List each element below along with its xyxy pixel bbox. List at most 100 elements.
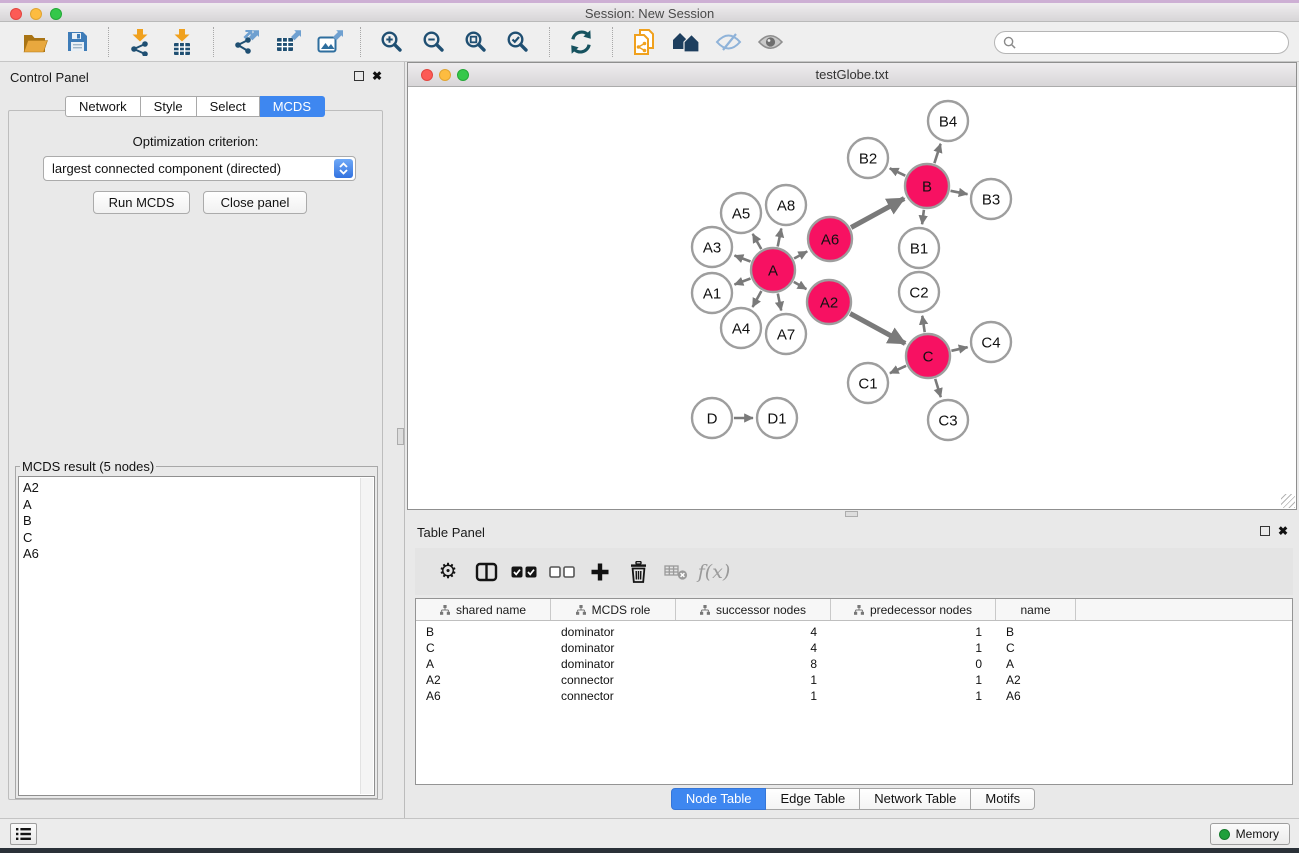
- graph-node-A7[interactable]: A7: [766, 314, 806, 354]
- checked-boxes-icon[interactable]: [506, 555, 542, 589]
- graph-edge-B-B4[interactable]: [934, 144, 940, 163]
- import-network-icon[interactable]: [122, 25, 158, 59]
- folder-open-icon[interactable]: [17, 25, 53, 59]
- graph-node-A6[interactable]: A6: [808, 217, 852, 261]
- graph-node-A3[interactable]: A3: [692, 227, 732, 267]
- column-header-mcds-role[interactable]: MCDS role: [551, 599, 676, 620]
- graph-node-B[interactable]: B: [905, 164, 949, 208]
- graph-edge-C-C4[interactable]: [951, 347, 967, 351]
- zoom-out-icon[interactable]: [416, 25, 452, 59]
- tab-edge-table[interactable]: Edge Table: [766, 788, 860, 810]
- table-row[interactable]: Cdominator41C: [416, 640, 1292, 656]
- search-field[interactable]: [994, 31, 1289, 54]
- graph-node-C1[interactable]: C1: [848, 363, 888, 403]
- export-table-icon[interactable]: [269, 25, 305, 59]
- column-header-successor-nodes[interactable]: successor nodes: [676, 599, 831, 620]
- save-icon[interactable]: [59, 25, 95, 59]
- tab-node-table[interactable]: Node Table: [671, 788, 767, 810]
- graph-node-B4[interactable]: B4: [928, 101, 968, 141]
- plus-icon[interactable]: [582, 555, 618, 589]
- graph-edge-C-C3[interactable]: [935, 379, 941, 397]
- eye-slash-icon[interactable]: [710, 25, 746, 59]
- memory-button[interactable]: Memory: [1210, 823, 1290, 845]
- table-row[interactable]: Bdominator41B: [416, 624, 1292, 640]
- graph-node-C2[interactable]: C2: [899, 272, 939, 312]
- mcds-result-list[interactable]: A2ABCA6: [18, 476, 375, 796]
- vertical-splitter-grip[interactable]: [397, 428, 404, 445]
- column-header-shared-name[interactable]: shared name: [416, 599, 551, 620]
- gear-icon[interactable]: ⚙: [430, 555, 466, 589]
- zoom-selected-icon[interactable]: [500, 25, 536, 59]
- zoom-in-icon[interactable]: [374, 25, 410, 59]
- tab-motifs[interactable]: Motifs: [971, 788, 1035, 810]
- graph-node-A2[interactable]: A2: [807, 280, 851, 324]
- graph-edge-A-A7[interactable]: [778, 294, 781, 311]
- graph-edge-C-C2[interactable]: [922, 316, 924, 332]
- mcds-result-item[interactable]: A2: [23, 480, 374, 497]
- graph-node-B1[interactable]: B1: [899, 228, 939, 268]
- graph-edge-A2-C[interactable]: [850, 314, 905, 344]
- float-panel-icon[interactable]: [354, 71, 364, 81]
- trash-icon[interactable]: [620, 555, 656, 589]
- table-row[interactable]: A2connector11A2: [416, 672, 1292, 688]
- network-canvas[interactable]: B4B2BB3A5A8A6B1A3AA1C2A2A4A7C4CC1C3DD1: [408, 87, 1296, 509]
- graph-edge-A-A4[interactable]: [753, 291, 762, 307]
- graph-node-A8[interactable]: A8: [766, 185, 806, 225]
- column-header-name[interactable]: name: [996, 599, 1076, 620]
- graph-node-A4[interactable]: A4: [721, 308, 761, 348]
- graph-node-C3[interactable]: C3: [928, 400, 968, 440]
- window-resize-grip[interactable]: [1281, 494, 1295, 508]
- run-mcds-button[interactable]: Run MCDS: [93, 191, 190, 214]
- mcds-result-item[interactable]: A: [23, 497, 374, 514]
- graph-edge-B-B1[interactable]: [922, 210, 924, 224]
- refresh-icon[interactable]: [563, 25, 599, 59]
- zoom-fit-icon[interactable]: [458, 25, 494, 59]
- export-network-icon[interactable]: [227, 25, 263, 59]
- table-row[interactable]: A6connector11A6: [416, 688, 1292, 704]
- mcds-result-item[interactable]: A6: [23, 546, 374, 563]
- task-history-button[interactable]: [10, 823, 37, 845]
- columns-icon[interactable]: [468, 555, 504, 589]
- documents-share-icon[interactable]: [626, 25, 662, 59]
- tab-network[interactable]: Network: [65, 96, 141, 117]
- graph-edge-A-A6[interactable]: [794, 251, 807, 258]
- export-image-icon[interactable]: [311, 25, 347, 59]
- graph-edge-B-B2[interactable]: [890, 168, 906, 175]
- graph-node-C[interactable]: C: [906, 334, 950, 378]
- graph-edge-A6-B[interactable]: [851, 199, 904, 228]
- graph-edge-C-C1[interactable]: [890, 366, 906, 373]
- graph-node-A[interactable]: A: [751, 248, 795, 292]
- tab-network-table[interactable]: Network Table: [860, 788, 971, 810]
- graph-node-B3[interactable]: B3: [971, 179, 1011, 219]
- tab-select[interactable]: Select: [197, 96, 260, 117]
- float-panel-icon[interactable]: [1260, 526, 1270, 536]
- graph-edge-A-A2[interactable]: [794, 282, 807, 289]
- close-panel-icon[interactable]: ✖: [372, 71, 382, 81]
- graph-edge-A-A8[interactable]: [778, 229, 782, 247]
- dropdown-stepper-icon[interactable]: [334, 159, 353, 178]
- column-header-predecessor-nodes[interactable]: predecessor nodes: [831, 599, 996, 620]
- graph-node-A1[interactable]: A1: [692, 273, 732, 313]
- vertical-splitter[interactable]: [404, 62, 405, 818]
- criterion-dropdown[interactable]: largest connected component (directed): [43, 156, 356, 181]
- houses-icon[interactable]: [668, 25, 704, 59]
- tab-style[interactable]: Style: [141, 96, 197, 117]
- close-panel-icon[interactable]: ✖: [1278, 526, 1288, 536]
- graph-edge-A-A1[interactable]: [735, 279, 751, 285]
- graph-node-C4[interactable]: C4: [971, 322, 1011, 362]
- graph-node-B2[interactable]: B2: [848, 138, 888, 178]
- graph-edge-A-A5[interactable]: [753, 234, 762, 249]
- unchecked-boxes-icon[interactable]: [544, 555, 580, 589]
- import-table-icon[interactable]: [164, 25, 200, 59]
- graph-edge-A-A3[interactable]: [735, 256, 751, 262]
- graph-edge-B-B3[interactable]: [951, 191, 968, 194]
- search-input[interactable]: [1021, 36, 1288, 50]
- close-panel-button[interactable]: Close panel: [203, 191, 307, 214]
- eye-icon[interactable]: [752, 25, 788, 59]
- scrollbar-track[interactable]: [360, 478, 373, 794]
- graph-node-A5[interactable]: A5: [721, 193, 761, 233]
- mcds-result-item[interactable]: C: [23, 530, 374, 547]
- horizontal-splitter-grip[interactable]: [845, 511, 858, 517]
- table-row[interactable]: Adominator80A: [416, 656, 1292, 672]
- tab-mcds[interactable]: MCDS: [260, 96, 325, 117]
